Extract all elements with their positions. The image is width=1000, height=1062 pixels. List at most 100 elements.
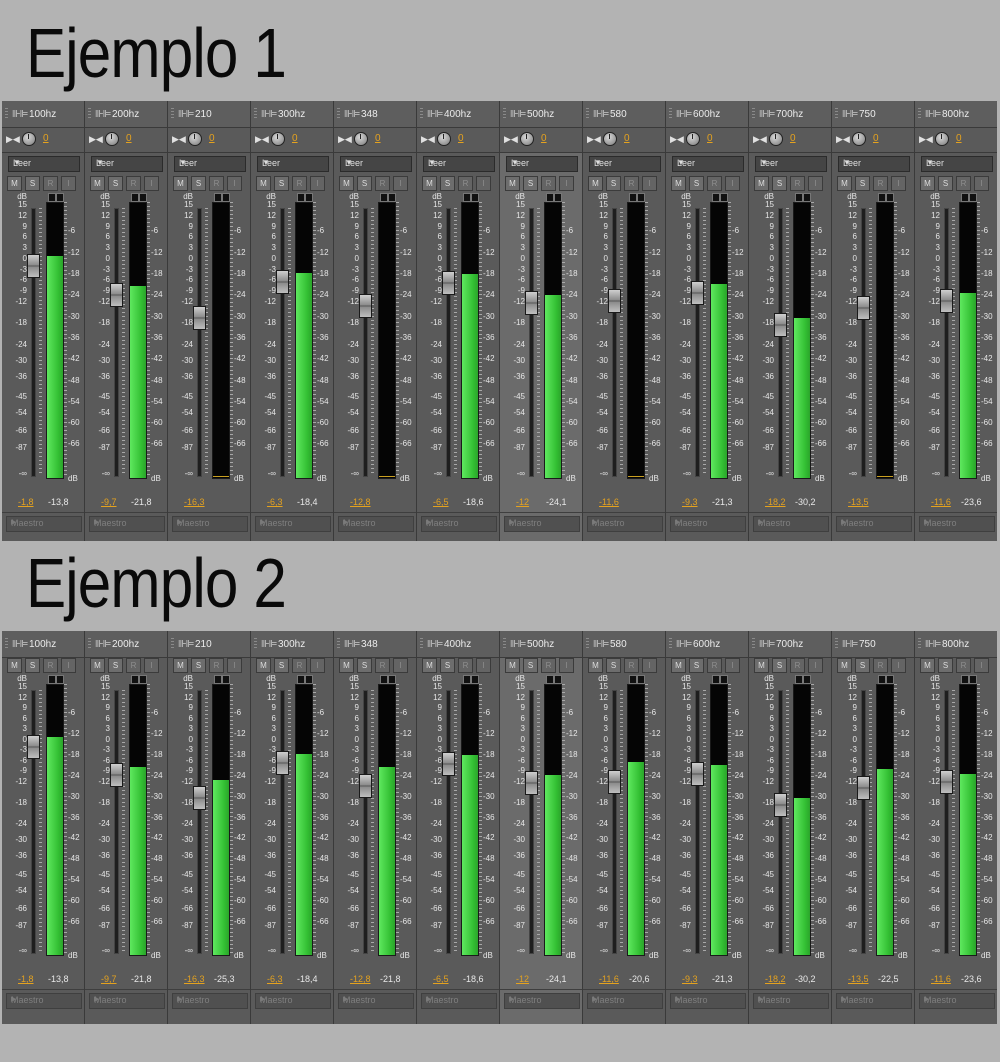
channel-strip-348[interactable]: ⊪⊫ 348 ▶◀ 0 Leer ▼ M S R IdB 15 12 9 6 3 0 -3 -6 -9 -12 -18-… <box>334 101 416 541</box>
record-arm-button[interactable]: R <box>873 658 888 673</box>
record-arm-button[interactable]: R <box>707 658 722 673</box>
output-select[interactable]: Maestro ▶ <box>255 993 331 1009</box>
record-arm-button[interactable]: R <box>375 176 390 191</box>
channel-strip-300hz[interactable]: ⊪⊫ 300hz ▶◀ 0 Leer ▼ M S R IdB 15 12 9 6 3 0 -3 -6 -9 -12 -1… <box>251 101 333 541</box>
fader-track[interactable] <box>114 208 119 477</box>
pan-value[interactable]: 0 <box>458 133 464 144</box>
clip-indicator[interactable] <box>380 675 388 684</box>
clip-indicator[interactable] <box>222 193 230 202</box>
clip-indicator[interactable] <box>629 193 637 202</box>
record-arm-button[interactable]: R <box>43 658 58 673</box>
output-select[interactable]: Maestro ▶ <box>421 516 497 532</box>
channel-name[interactable]: 600hz <box>693 639 720 650</box>
pan-value[interactable]: 0 <box>292 133 298 144</box>
fader-handle[interactable] <box>774 313 787 338</box>
fader-handle[interactable] <box>608 769 621 794</box>
output-select[interactable]: Maestro ▶ <box>836 516 912 532</box>
peak-value[interactable]: -23,6 <box>961 974 982 984</box>
output-select[interactable]: Maestro ▶ <box>6 993 82 1009</box>
channel-name[interactable]: 100hz <box>29 109 56 120</box>
pan-value[interactable]: 0 <box>873 133 879 144</box>
solo-button[interactable]: S <box>108 176 123 191</box>
output-select[interactable]: Maestro ▶ <box>919 993 995 1009</box>
solo-button[interactable]: S <box>938 176 953 191</box>
peak-value[interactable]: -22,5 <box>878 974 899 984</box>
clip-indicator[interactable] <box>720 193 728 202</box>
peak-value[interactable]: -24,1 <box>546 497 567 507</box>
record-arm-button[interactable]: R <box>292 658 307 673</box>
clip-indicator[interactable] <box>637 193 645 202</box>
output-select[interactable]: Maestro ▶ <box>338 993 414 1009</box>
peak-value[interactable]: -21,3 <box>712 974 733 984</box>
output-select[interactable]: Maestro ▶ <box>421 993 497 1009</box>
fader-track[interactable] <box>861 690 866 954</box>
peak-value[interactable]: -30,2 <box>795 497 816 507</box>
fader-track[interactable] <box>529 690 534 954</box>
clip-indicator[interactable] <box>463 193 471 202</box>
volume-value[interactable]: -11,6 <box>599 497 619 507</box>
solo-button[interactable]: S <box>689 658 704 673</box>
peak-value[interactable]: -21,8 <box>131 497 152 507</box>
channel-strip-580[interactable]: ⊪⊫ 580 ▶◀ 0 Leer ▼ M S R IdB 15 12 9 6 3 0 -3 -6 -9 -12 -18-… <box>583 101 665 541</box>
output-select[interactable]: Maestro ▶ <box>753 516 829 532</box>
clip-indicator[interactable] <box>878 675 886 684</box>
clip-indicator[interactable] <box>961 675 969 684</box>
clip-indicator[interactable] <box>139 675 147 684</box>
channel-strip-800hz[interactable]: ⊪⊫ 800hz M S R IdB 15 12 9 6 3 0 -3 -6 -9 -12 -18 -24 -30-… <box>915 631 997 1024</box>
fader-track[interactable] <box>695 208 700 477</box>
fader-track[interactable] <box>612 690 617 954</box>
output-select[interactable]: Maestro ▶ <box>6 516 82 532</box>
record-arm-button[interactable]: R <box>873 176 888 191</box>
output-select[interactable]: Maestro ▶ <box>587 516 663 532</box>
channel-strip-300hz[interactable]: ⊪⊫ 300hz M S R IdB 15 12 9 6 3 0 -3 -6 -9 -12 -18 -24 -30-… <box>251 631 333 1024</box>
channel-name[interactable]: 348 <box>361 109 378 120</box>
fader-track[interactable] <box>861 208 866 477</box>
fader-handle[interactable] <box>442 751 455 776</box>
clip-indicator[interactable] <box>961 193 969 202</box>
solo-button[interactable]: S <box>191 176 206 191</box>
channel-strip-750[interactable]: ⊪⊫ 750 ▶◀ 0 Leer ▼ M S R IdB 15 12 9 6 3 0 -3 -6 -9 -12 -18-… <box>832 101 914 541</box>
channel-name[interactable]: 500hz <box>527 639 554 650</box>
clip-indicator[interactable] <box>886 675 894 684</box>
channel-strip-200hz[interactable]: ⊪⊫ 200hz M S R IdB 15 12 9 6 3 0 -3 -6 -9 -12 -18 -24 -30-… <box>85 631 167 1024</box>
volume-value[interactable]: -13,5 <box>848 497 869 507</box>
fader-track[interactable] <box>280 690 285 954</box>
output-select[interactable]: Maestro ▶ <box>919 516 995 532</box>
output-select[interactable]: Maestro ▶ <box>504 993 580 1009</box>
clip-indicator[interactable] <box>878 193 886 202</box>
channel-name[interactable]: 800hz <box>942 109 969 120</box>
output-select[interactable]: Maestro ▶ <box>89 993 165 1009</box>
peak-value[interactable]: -25,3 <box>214 974 235 984</box>
channel-strip-400hz[interactable]: ⊪⊫ 400hz ▶◀ 0 Leer ▼ M S R IdB 15 12 9 6 3 0 -3 -6 -9 -12 -1… <box>417 101 499 541</box>
peak-value[interactable]: -18,6 <box>463 974 484 984</box>
volume-value[interactable]: -11,6 <box>931 497 951 507</box>
peak-value[interactable]: -24,1 <box>546 974 567 984</box>
clip-indicator[interactable] <box>803 193 811 202</box>
channel-strip-580[interactable]: ⊪⊫ 580 M S R IdB 15 12 9 6 3 0 -3 -6 -9 -12 -18 -24 -30 -36… <box>583 631 665 1024</box>
fader-handle[interactable] <box>691 761 704 786</box>
channel-name[interactable]: 210 <box>195 639 212 650</box>
fader-track[interactable] <box>197 208 202 477</box>
peak-value[interactable]: -21,3 <box>712 497 733 507</box>
channel-strip-100hz[interactable]: ⊪⊫ 100hz ▶◀ 0 Leer ▼ M S R IdB 15 12 9 6 3 0 -3 -6 -9 -12 -1… <box>2 101 84 541</box>
volume-value[interactable]: -11,6 <box>931 974 951 984</box>
fader-track[interactable] <box>778 208 783 477</box>
output-select[interactable]: Maestro ▶ <box>172 993 248 1009</box>
clip-indicator[interactable] <box>297 675 305 684</box>
peak-value[interactable]: -18,6 <box>463 497 484 507</box>
clip-indicator[interactable] <box>214 675 222 684</box>
clip-indicator[interactable] <box>388 193 396 202</box>
fader-handle[interactable] <box>110 282 123 307</box>
fader-handle[interactable] <box>940 769 953 794</box>
record-arm-button[interactable]: R <box>126 176 141 191</box>
pan-value[interactable]: 0 <box>707 133 713 144</box>
clip-indicator[interactable] <box>297 193 305 202</box>
clip-indicator[interactable] <box>388 675 396 684</box>
fader-track[interactable] <box>114 690 119 954</box>
channel-strip-400hz[interactable]: ⊪⊫ 400hz M S R IdB 15 12 9 6 3 0 -3 -6 -9 -12 -18 -24 -30-… <box>417 631 499 1024</box>
fader-handle[interactable] <box>359 773 372 798</box>
volume-value[interactable]: -12 <box>516 497 529 507</box>
volume-value[interactable]: -1,8 <box>18 497 34 507</box>
fader-track[interactable] <box>612 208 617 477</box>
pan-value[interactable]: 0 <box>209 133 215 144</box>
